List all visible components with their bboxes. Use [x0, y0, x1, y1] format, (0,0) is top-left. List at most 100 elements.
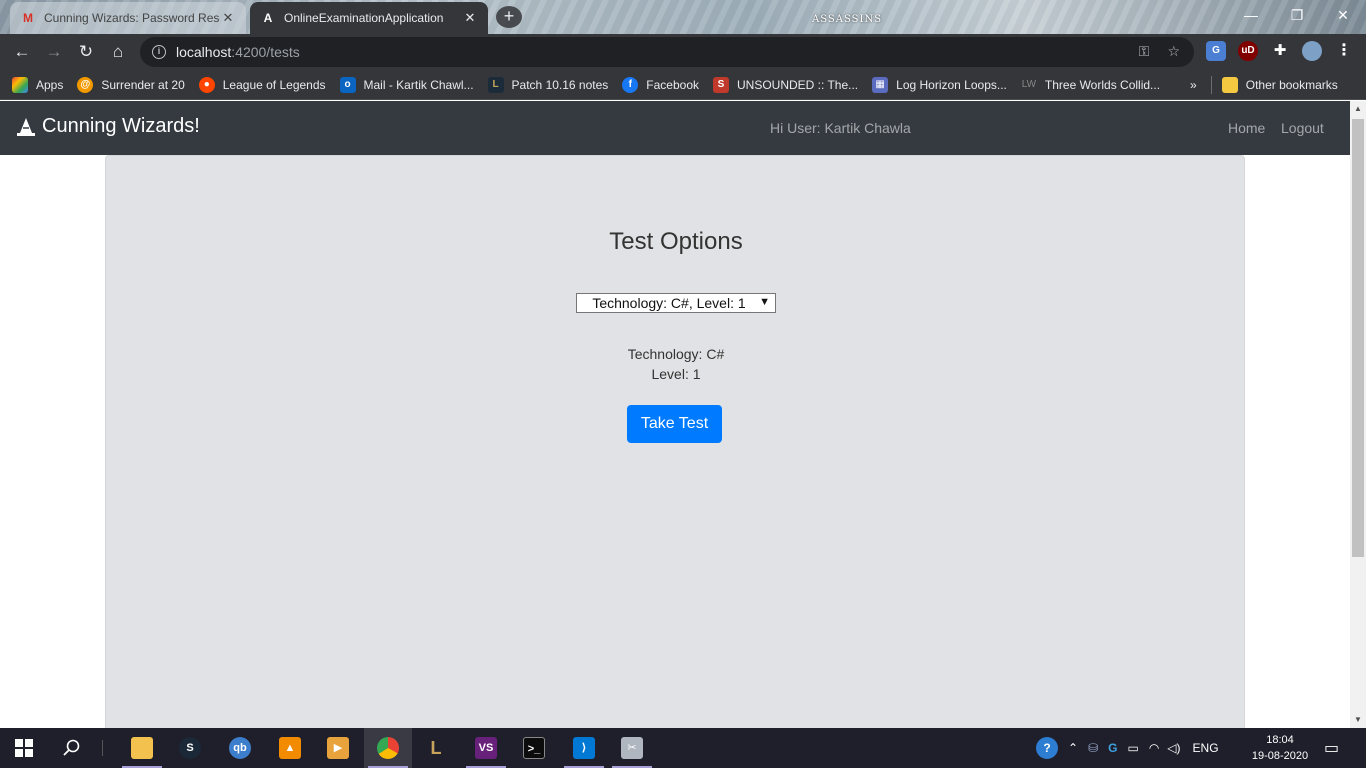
- menu-kebab-icon[interactable]: ⋮: [1334, 41, 1354, 61]
- back-button[interactable]: ←: [6, 36, 38, 68]
- volume-icon[interactable]: ◁): [1167, 741, 1180, 755]
- ublock-extension-icon[interactable]: uD: [1238, 41, 1258, 61]
- take-test-button[interactable]: Take Test: [627, 405, 722, 443]
- url-path: :4200/tests: [231, 44, 300, 60]
- notifications-button[interactable]: ▭: [1324, 728, 1339, 768]
- terminal-icon: >_: [523, 737, 545, 759]
- taskbar-visual-studio[interactable]: VS: [462, 728, 510, 768]
- taskbar-league-client[interactable]: L: [412, 728, 460, 768]
- system-tray: ? ⌃ ⛁ G ▭ ◠ ◁) ENG: [1036, 728, 1219, 768]
- bookmarks-divider: [1210, 75, 1212, 94]
- unsounded-icon: S: [713, 76, 729, 93]
- taskbar-terminal[interactable]: >_: [510, 728, 558, 768]
- taskbar-tools[interactable]: ✂: [608, 728, 656, 768]
- close-tab-icon[interactable]: ✕: [220, 10, 236, 26]
- test-select[interactable]: Technology: C#, Level: 1 ▼: [576, 293, 776, 313]
- tab-password-reset[interactable]: M Cunning Wizards: Password Rese ✕: [10, 2, 246, 34]
- minimize-button[interactable]: —: [1228, 0, 1274, 30]
- browser-toolbar: ← → ↻ ⌂ i localhost:4200/tests ⚿ ☆: [0, 34, 1366, 70]
- bookmark-label: Facebook: [646, 77, 699, 92]
- key-icon[interactable]: ⚿: [1139, 43, 1150, 60]
- bookmark-mail[interactable]: o Mail - Kartik Chawl...: [339, 76, 474, 93]
- bookmarks-overflow-button[interactable]: »: [1190, 78, 1197, 92]
- start-button[interactable]: [0, 728, 48, 768]
- taskbar-file-explorer[interactable]: [118, 728, 166, 768]
- reddit-icon: ●: [198, 76, 215, 93]
- brand-link[interactable]: Cunning Wizards!: [16, 115, 200, 138]
- user-greeting: Hi User: Kartik Chawla: [770, 120, 911, 136]
- notification-icon: ▭: [1324, 740, 1340, 757]
- league-client-icon: L: [430, 738, 442, 758]
- chevron-down-icon: ▼: [759, 296, 770, 308]
- taskbar-media-player[interactable]: ▶: [314, 728, 362, 768]
- page-title: Test Options: [609, 228, 743, 255]
- gmail-icon: M: [23, 11, 33, 25]
- show-hidden-icons-chevron-icon[interactable]: ⌃: [1068, 741, 1078, 755]
- bookmark-label: Log Horizon Loops...: [896, 77, 1007, 92]
- bookmark-league-reddit[interactable]: ● League of Legends: [198, 76, 326, 93]
- visual-studio-icon: VS: [475, 737, 497, 759]
- brand-name: Cunning Wizards!: [42, 115, 200, 137]
- taskbar-vlc[interactable]: ▲: [266, 728, 314, 768]
- battery-icon[interactable]: ▭: [1127, 741, 1138, 755]
- bookmark-apps[interactable]: Apps: [12, 76, 63, 93]
- bookmark-star-icon[interactable]: ☆: [1167, 43, 1180, 60]
- close-window-button[interactable]: ✕: [1320, 0, 1366, 30]
- chrome-icon: [377, 737, 399, 759]
- scroll-up-arrow-icon[interactable]: ▲: [1350, 101, 1366, 117]
- bookmark-patch-notes[interactable]: L Patch 10.16 notes: [487, 76, 608, 93]
- wifi-icon[interactable]: ◠: [1149, 741, 1159, 755]
- home-button[interactable]: ⌂: [102, 36, 134, 68]
- test-select-value: Technology: C#, Level: 1: [592, 295, 746, 311]
- tab-title: OnlineExaminationApplication: [284, 11, 444, 25]
- facebook-icon: f: [622, 76, 639, 93]
- help-icon[interactable]: ?: [1036, 737, 1058, 759]
- bookmarks-bar: Apps @ Surrender at 20 ● League of Legen…: [0, 70, 1366, 100]
- bookmark-facebook[interactable]: f Facebook: [622, 76, 699, 93]
- taskbar-steam[interactable]: S: [166, 728, 214, 768]
- outlook-icon: o: [339, 76, 356, 93]
- address-bar[interactable]: i localhost:4200/tests ⚿ ☆: [140, 37, 1194, 67]
- page-viewport: Cunning Wizards! Hi User: Kartik Chawla …: [0, 101, 1350, 728]
- tools-icon: ✂: [621, 737, 643, 759]
- taskbar-clock[interactable]: 18:04 19-08-2020: [1250, 732, 1310, 764]
- bookmark-unsounded[interactable]: S UNSOUNDED :: The...: [713, 76, 859, 93]
- new-tab-button[interactable]: +: [496, 6, 522, 28]
- technology-label: Technology: C#: [627, 346, 725, 362]
- storage-icon[interactable]: ⛁: [1088, 741, 1098, 755]
- profile-avatar[interactable]: [1302, 41, 1322, 61]
- extensions-puzzle-icon[interactable]: ✚: [1270, 41, 1290, 61]
- bookmark-surrender[interactable]: @ Surrender at 20: [77, 76, 185, 93]
- close-tab-icon[interactable]: ✕: [462, 10, 478, 26]
- scroll-down-arrow-icon[interactable]: ▼: [1350, 712, 1366, 728]
- taskbar-qbittorrent[interactable]: qb: [216, 728, 264, 768]
- translate-extension-icon[interactable]: G: [1206, 41, 1226, 61]
- surrender-icon: @: [77, 76, 94, 93]
- lw-icon: LW: [1021, 78, 1037, 90]
- site-info-icon[interactable]: i: [152, 45, 166, 59]
- bookmark-label: UNSOUNDED :: The...: [737, 77, 859, 92]
- other-bookmarks-folder[interactable]: Other bookmarks: [1221, 76, 1338, 93]
- bookmark-log-horizon[interactable]: ▦ Log Horizon Loops...: [872, 76, 1007, 93]
- page-scrollbar[interactable]: ▲ ▼: [1350, 101, 1366, 728]
- vlc-icon: ▲: [279, 737, 301, 759]
- taskbar-chrome[interactable]: [364, 728, 412, 768]
- steam-icon: S: [179, 737, 201, 759]
- bookmark-label: Other bookmarks: [1245, 77, 1338, 92]
- reload-button[interactable]: ↻: [70, 36, 102, 68]
- nav-home-link[interactable]: Home: [1228, 120, 1265, 136]
- restore-button[interactable]: ❐: [1274, 0, 1320, 30]
- nav-logout-link[interactable]: Logout: [1281, 120, 1324, 136]
- language-indicator[interactable]: ENG: [1193, 741, 1219, 755]
- forward-button[interactable]: →: [38, 36, 70, 68]
- bookmark-label: Three Worlds Collid...: [1044, 77, 1161, 92]
- apps-grid-icon: [12, 76, 28, 93]
- bookmark-three-worlds[interactable]: LW Three Worlds Collid...: [1021, 77, 1160, 93]
- search-button[interactable]: [48, 728, 96, 768]
- logitech-icon[interactable]: G: [1108, 741, 1117, 755]
- scrollbar-thumb[interactable]: [1352, 119, 1364, 557]
- tab-online-exam[interactable]: A OnlineExaminationApplication ✕: [250, 2, 488, 34]
- windows-start-icon: [15, 739, 33, 757]
- url-host: localhost: [176, 44, 232, 60]
- taskbar-vscode[interactable]: ⟩: [560, 728, 608, 768]
